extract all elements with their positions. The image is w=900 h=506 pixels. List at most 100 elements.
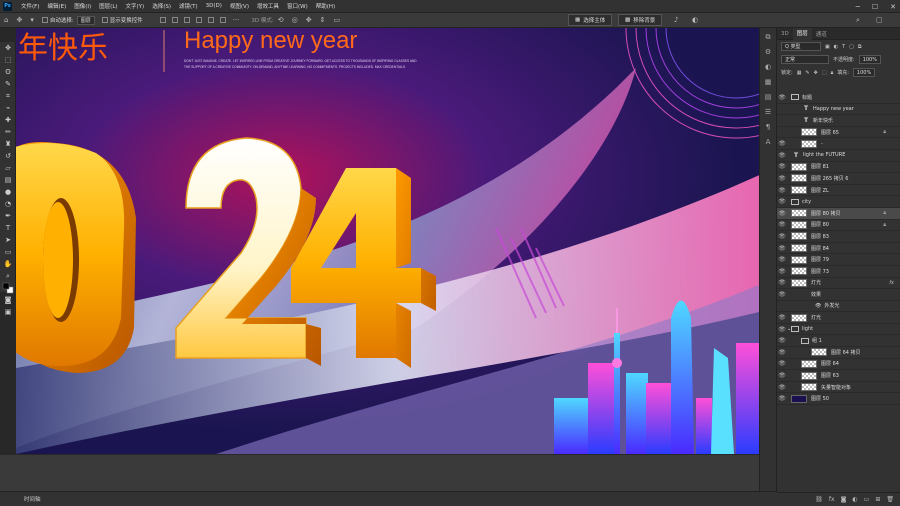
chevron-down-icon[interactable]: ▾ bbox=[30, 16, 34, 24]
home-icon[interactable]: ⌂ bbox=[4, 16, 8, 24]
menu-image[interactable]: 图像(I) bbox=[70, 2, 95, 10]
3d-rotate-icon[interactable]: ⟲ bbox=[278, 16, 284, 24]
tab-layers[interactable]: 图层 bbox=[792, 27, 812, 40]
layer-row[interactable]: 👁︎ city bbox=[777, 196, 900, 208]
close-icon[interactable]: ✕ bbox=[890, 3, 896, 11]
align-center-icon[interactable] bbox=[171, 17, 178, 23]
layer-row[interactable]: 👁︎ 图层 81 bbox=[777, 162, 900, 174]
visibility-eye-icon[interactable]: 👁︎ bbox=[777, 349, 787, 356]
visibility-eye-icon[interactable]: 👁︎ bbox=[777, 395, 787, 402]
layer-row[interactable]: 👁︎ 图层 84 bbox=[777, 243, 900, 255]
adjustment-layer-icon[interactable]: ◐ bbox=[852, 496, 857, 503]
menu-select[interactable]: 选择(S) bbox=[148, 2, 175, 10]
lock-position-icon[interactable]: ✥ bbox=[814, 70, 818, 76]
shape-tool-icon[interactable]: ▭ bbox=[0, 246, 16, 258]
layer-row[interactable]: 👁︎ 标题 bbox=[777, 92, 900, 104]
visibility-eye-icon[interactable]: 👁︎ bbox=[777, 326, 787, 333]
layer-row[interactable]: 👁︎ 图层 50 bbox=[777, 393, 900, 406]
layer-row[interactable]: 👁︎ 图层 64 拷贝 bbox=[777, 347, 900, 359]
link-layers-icon[interactable]: ⛓ bbox=[815, 496, 823, 503]
tab-3d[interactable]: 3D bbox=[777, 31, 793, 37]
select-subject-button[interactable]: ▦ 选择主体 bbox=[568, 14, 613, 26]
add-style-icon[interactable]: fx bbox=[829, 496, 835, 503]
new-group-icon[interactable]: ▭ bbox=[864, 496, 870, 503]
visibility-eye-icon[interactable]: 👁︎ bbox=[777, 94, 787, 101]
layer-effect-row[interactable]: 👁︎ 外发光 bbox=[777, 301, 900, 313]
visibility-eye-icon[interactable]: 👁︎ bbox=[777, 268, 787, 275]
layer-row[interactable]: 👁︎ 图层 ZL bbox=[777, 185, 900, 197]
filter-shape-icon[interactable]: ▢ bbox=[849, 44, 854, 50]
type-tool-icon[interactable]: T bbox=[0, 222, 16, 234]
layer-row[interactable]: 👁︎ 灯光 fx bbox=[777, 278, 900, 290]
layer-row[interactable]: 👁︎ 图层 83 bbox=[777, 231, 900, 243]
menu-edit[interactable]: 编辑(E) bbox=[43, 2, 70, 10]
layer-row[interactable]: 👁︎ 图层 64 bbox=[777, 359, 900, 371]
layer-row[interactable]: 👁︎ - bbox=[777, 138, 900, 150]
menu-window[interactable]: 窗口(W) bbox=[283, 2, 312, 10]
eyedropper-tool-icon[interactable]: ⌁ bbox=[0, 102, 16, 114]
more-options-icon[interactable]: ··· bbox=[233, 16, 240, 24]
layer-row[interactable]: 👁︎ 图层 79 bbox=[777, 254, 900, 266]
color-icon[interactable]: ▦ bbox=[760, 76, 776, 88]
visibility-eye-icon[interactable]: 👁︎ bbox=[777, 337, 787, 344]
visibility-eye-icon[interactable]: 👁︎ bbox=[777, 152, 787, 159]
zoom-tool-icon[interactable]: ⌕ bbox=[0, 270, 16, 282]
workspace-icon[interactable]: ▢ bbox=[876, 16, 883, 24]
search-icon[interactable]: ⌕ bbox=[856, 16, 860, 25]
align-left-icon[interactable] bbox=[159, 17, 166, 23]
fx-icon[interactable]: fx bbox=[889, 280, 894, 286]
visibility-eye-icon[interactable]: 👁︎ bbox=[777, 210, 787, 217]
visibility-eye-icon[interactable]: 👁︎ bbox=[777, 384, 787, 391]
contrast-icon[interactable]: ◐ bbox=[692, 16, 698, 24]
layer-row-selected[interactable]: 👁︎ 图层 80 拷贝 🔒︎ bbox=[777, 207, 900, 220]
align-middle-icon[interactable] bbox=[207, 17, 214, 23]
layer-row[interactable]: 👁︎ 组 1 bbox=[777, 335, 900, 348]
menu-help[interactable]: 帮助(H) bbox=[312, 2, 339, 10]
move-tool-icon[interactable]: ✥ bbox=[0, 42, 16, 54]
healing-brush-tool-icon[interactable]: ✚ bbox=[0, 114, 16, 126]
visibility-eye-icon[interactable]: 👁︎ bbox=[777, 256, 787, 263]
character-icon[interactable]: A bbox=[760, 136, 776, 148]
remove-background-button[interactable]: ▩ 移除背景 bbox=[618, 14, 663, 26]
align-right-icon[interactable] bbox=[183, 17, 190, 23]
minimize-icon[interactable]: ─ bbox=[856, 3, 860, 11]
visibility-eye-icon[interactable]: 👁︎ bbox=[777, 187, 787, 194]
visibility-eye-icon[interactable]: 👁︎ bbox=[777, 360, 787, 367]
layer-row[interactable]: T Happy new year bbox=[777, 104, 900, 116]
move-tool-icon[interactable]: ✥ bbox=[16, 16, 22, 24]
filter-adjust-icon[interactable]: ◐ bbox=[834, 44, 838, 50]
layer-row[interactable]: 👁︎ 图层 80 🔒︎ bbox=[777, 220, 900, 232]
visibility-eye-icon[interactable]: 👁︎ bbox=[815, 303, 821, 309]
lock-pixels-icon[interactable]: ▦ bbox=[797, 70, 802, 76]
path-select-tool-icon[interactable]: ➤ bbox=[0, 234, 16, 246]
brush-tool-icon[interactable]: ✏ bbox=[0, 126, 16, 138]
swatches-icon[interactable]: ▤ bbox=[760, 91, 776, 103]
properties-icon[interactable]: ⚙ bbox=[760, 46, 776, 58]
filter-type-icon[interactable]: T bbox=[842, 44, 845, 50]
visibility-eye-icon[interactable]: 👁︎ bbox=[777, 233, 787, 240]
adjustments-icon[interactable]: ◐ bbox=[760, 61, 776, 73]
marquee-tool-icon[interactable]: ⬚ bbox=[0, 54, 16, 66]
history-brush-tool-icon[interactable]: ↺ bbox=[0, 150, 16, 162]
blur-tool-icon[interactable]: ● bbox=[0, 186, 16, 198]
layer-filter-dropdown[interactable]: Q 类型 bbox=[781, 42, 821, 51]
menu-filter[interactable]: 滤镜(T) bbox=[175, 2, 202, 10]
layer-effect-row[interactable]: 👁︎ 效果 bbox=[777, 289, 900, 301]
menu-layer[interactable]: 图层(L) bbox=[95, 2, 121, 10]
menu-type[interactable]: 文字(Y) bbox=[122, 2, 149, 10]
filter-pixel-icon[interactable]: ▣ bbox=[825, 44, 830, 50]
opacity-input[interactable]: 100% bbox=[858, 55, 881, 64]
maximize-icon[interactable]: ☐ bbox=[872, 3, 878, 11]
photoshop-logo-icon[interactable]: Ps bbox=[3, 1, 12, 11]
menu-file[interactable]: 文件(F) bbox=[17, 2, 43, 10]
color-swatches-icon[interactable] bbox=[0, 282, 16, 294]
visibility-eye-icon[interactable]: 👁︎ bbox=[777, 245, 787, 252]
align-top-icon[interactable] bbox=[195, 17, 202, 23]
screen-mode-icon[interactable]: ▣ bbox=[0, 306, 16, 318]
layer-row[interactable]: T 新年快乐 bbox=[777, 115, 900, 127]
visibility-eye-icon[interactable]: 👁︎ bbox=[777, 279, 787, 286]
layer-row[interactable]: 图层 65 🔒︎ bbox=[777, 127, 900, 139]
show-transform-checkbox[interactable] bbox=[101, 17, 108, 23]
visibility-eye-icon[interactable]: 👁︎ bbox=[777, 221, 787, 228]
adjust-icon[interactable]: ♪ bbox=[674, 16, 678, 24]
